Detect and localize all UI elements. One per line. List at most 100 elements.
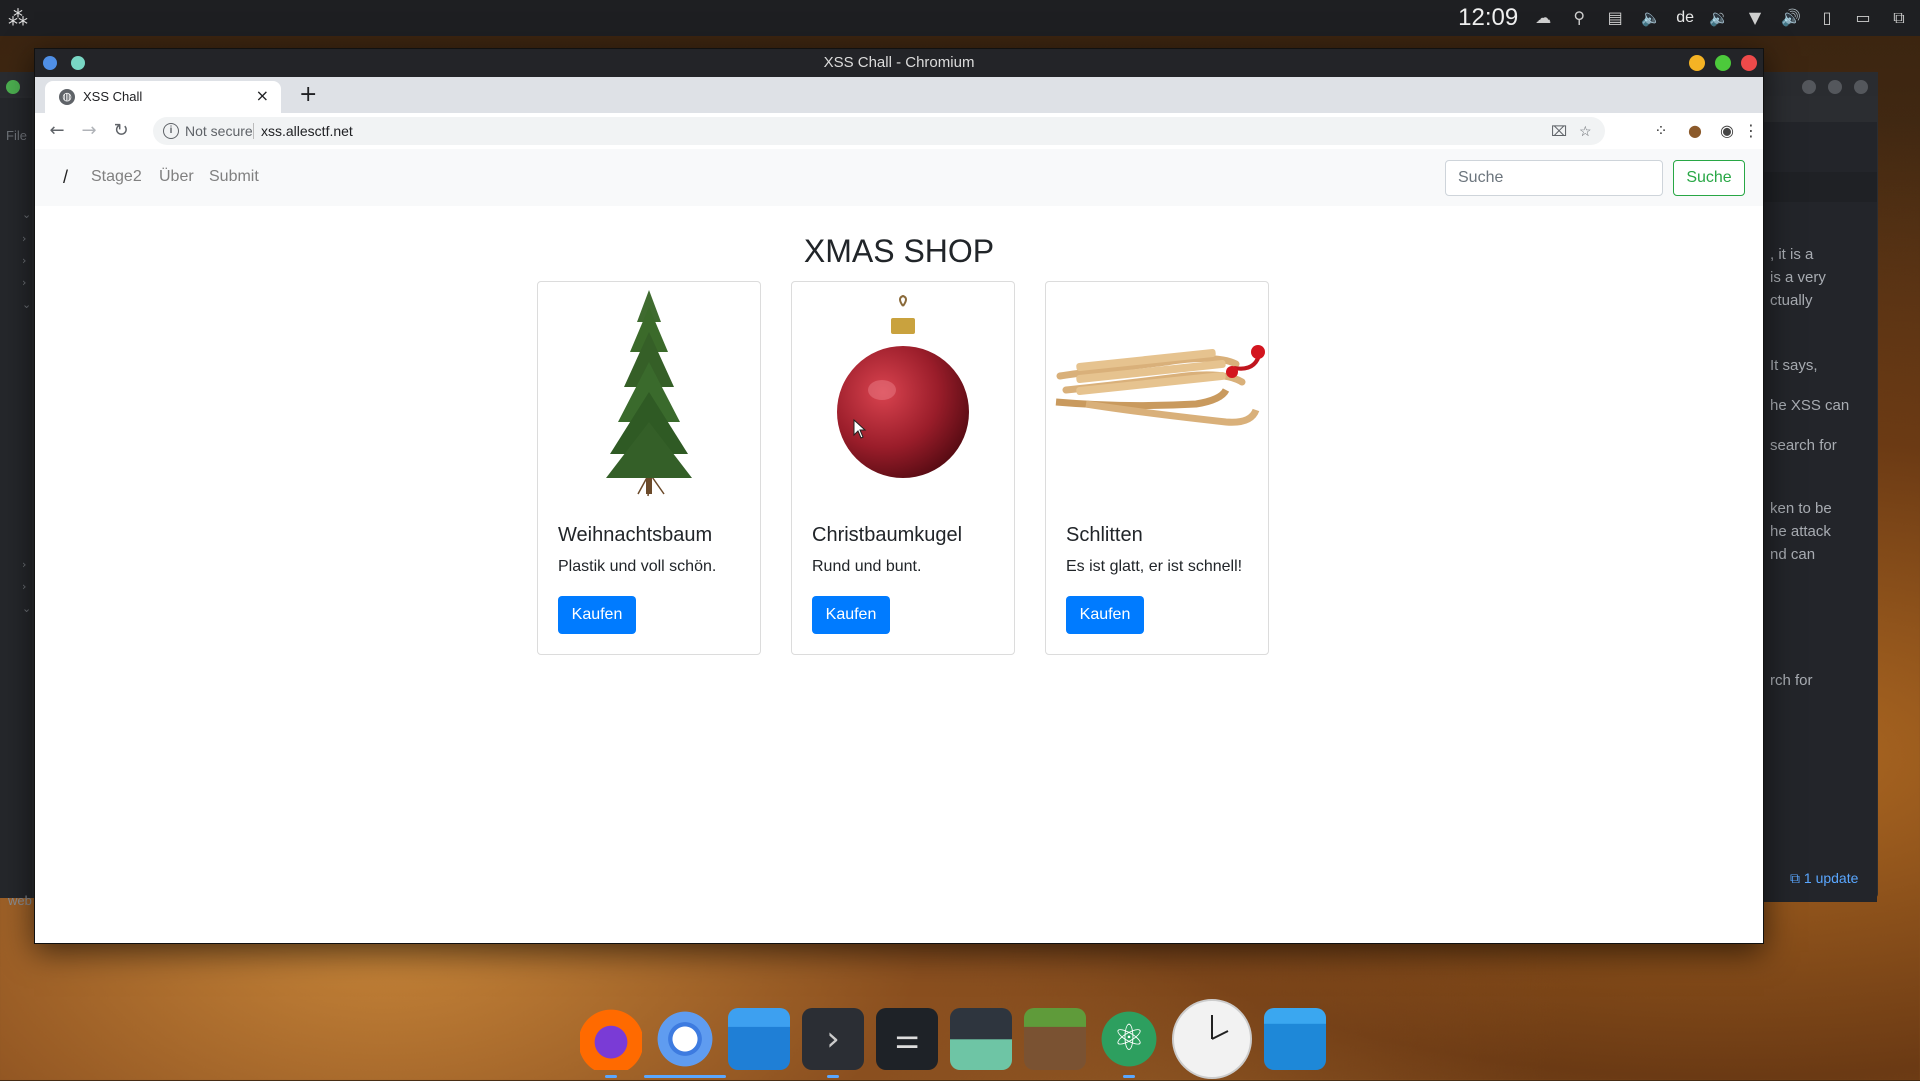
cloud-sync-icon[interactable]: ☁	[1532, 7, 1554, 29]
speaker-icon[interactable]: 🔉	[1708, 7, 1730, 29]
back-arrow-icon[interactable]: ←	[43, 117, 71, 145]
chromium-icon[interactable]	[644, 1008, 726, 1078]
browser-toolbar: ← → ↻ i Not secure xss.allesctf.net ⌧ ☆ …	[35, 113, 1763, 150]
editor-sidebar: File ⌄ › › › ⌄ › › ⌄ web	[0, 98, 32, 908]
close-icon[interactable]	[1741, 55, 1757, 71]
star-icon[interactable]: ☆	[1579, 123, 1592, 140]
close-icon[interactable]	[1854, 80, 1868, 94]
file-manager-icon[interactable]	[728, 1008, 790, 1070]
clipboard-icon[interactable]: ▤	[1604, 7, 1626, 29]
sled-image	[1055, 345, 1265, 426]
chevron-down-icon[interactable]: ▼	[1744, 7, 1766, 29]
show-desktop-icon[interactable]: ▭	[1852, 7, 1874, 29]
product-description: Es ist glatt, er ist schnell!	[1066, 558, 1243, 575]
editor-text: is a very	[1770, 269, 1826, 286]
chevron-right-icon[interactable]: ›	[22, 558, 26, 571]
volume-large-icon[interactable]: 🔊	[1780, 7, 1802, 29]
web-page: / Stage2 Über Submit Suche Suche XMAS SH…	[35, 149, 1763, 943]
minimize-icon[interactable]	[1802, 80, 1816, 94]
running-indicator	[1123, 1075, 1135, 1078]
product-description: Plastik und voll schön.	[558, 558, 717, 575]
buy-button[interactable]: Kaufen	[1066, 596, 1144, 634]
tab-strip: ◍ XSS Chall × +	[35, 77, 1763, 113]
battery-icon[interactable]: ▯	[1816, 7, 1838, 29]
profile-icon[interactable]: ◉	[1717, 121, 1737, 141]
new-tab-button[interactable]: +	[299, 81, 317, 109]
chevron-right-icon[interactable]: ›	[22, 276, 26, 289]
window-switcher-icon[interactable]: ⧉	[1888, 7, 1910, 29]
volume-icon[interactable]: 🔈	[1640, 7, 1662, 29]
editor-text: nd can	[1770, 546, 1816, 563]
christmas-tree-image	[606, 290, 692, 497]
clock-icon[interactable]	[1172, 999, 1252, 1079]
editor-text: search for	[1770, 437, 1837, 454]
globe-icon: ◍	[59, 89, 75, 105]
menu-kebab-icon[interactable]: ⋮	[1741, 121, 1761, 141]
security-label[interactable]: Not secure	[185, 123, 253, 139]
editor-text: rch for	[1770, 672, 1813, 689]
info-icon[interactable]: i	[163, 123, 179, 139]
editor-text-panel: , it is a is a very ctually It says, he …	[1762, 122, 1877, 902]
update-label: 1 update	[1803, 870, 1859, 886]
maximize-icon[interactable]	[1828, 80, 1842, 94]
nav-link-uber[interactable]: Über	[159, 168, 194, 186]
update-badge[interactable]: ⧉ 1 update	[1790, 870, 1858, 887]
site-navbar: / Stage2 Über Submit Suche Suche	[35, 149, 1763, 206]
chevron-down-icon[interactable]: ⌄	[22, 602, 31, 615]
divider	[253, 123, 254, 139]
editor-tab-band	[1762, 172, 1877, 202]
running-indicator	[644, 1075, 726, 1078]
address-bar[interactable]: i Not secure xss.allesctf.net ⌧ ☆	[153, 117, 1605, 145]
buy-button[interactable]: Kaufen	[812, 596, 890, 634]
running-indicator	[827, 1075, 839, 1078]
close-icon[interactable]: ×	[256, 86, 269, 105]
folder-icon[interactable]	[1264, 1008, 1326, 1070]
atom-icon[interactable]: ⚛	[1098, 1008, 1160, 1078]
editor-text: It says,	[1770, 357, 1818, 374]
editor-text: ken to be	[1770, 500, 1832, 517]
system-top-panel: ⁂ 12:09 ☁ ⚲ ▤ 🔈 de 🔉 ▼ 🔊 ▯ ▭ ⧉	[0, 0, 1920, 36]
nav-link-submit[interactable]: Submit	[209, 168, 259, 186]
dock: › ⚌ ⚛	[580, 998, 1326, 1080]
app-launcher-icon[interactable]: ⁂	[6, 6, 30, 30]
nav-link-stage2[interactable]: Stage2	[91, 168, 142, 186]
url-text[interactable]: xss.allesctf.net	[261, 123, 353, 139]
clock[interactable]: 12:09	[1458, 4, 1518, 32]
running-indicator	[605, 1075, 617, 1078]
keyboard-layout[interactable]: de	[1676, 9, 1694, 27]
system-tray: 12:09 ☁ ⚲ ▤ 🔈 de 🔉 ▼ 🔊 ▯ ▭ ⧉	[1458, 0, 1910, 36]
tab-xss-chall[interactable]: ◍ XSS Chall ×	[45, 81, 281, 113]
clock-face-icon	[1211, 1015, 1229, 1040]
firefox-icon[interactable]	[580, 1008, 642, 1078]
product-card: Schlitten Es ist glatt, er ist schnell! …	[1045, 281, 1269, 655]
mouse-cursor-icon	[853, 419, 867, 439]
christmas-bauble-image	[837, 294, 969, 478]
settings-sliders-icon[interactable]: ⚌	[876, 1008, 938, 1070]
chevron-right-icon[interactable]: ›	[22, 580, 26, 593]
editor-text: he attack	[1770, 523, 1831, 540]
search-input[interactable]: Suche	[1445, 160, 1663, 196]
network-icon[interactable]: ⚲	[1568, 7, 1590, 29]
translate-icon[interactable]: ⌧	[1551, 123, 1567, 140]
product-description: Rund und bunt.	[812, 558, 922, 575]
navbar-brand[interactable]: /	[63, 167, 68, 188]
editor-text: he XSS can	[1770, 397, 1850, 414]
cookie-icon[interactable]: ●	[1685, 121, 1705, 141]
minimize-icon[interactable]	[1689, 55, 1705, 71]
buy-button[interactable]: Kaufen	[558, 596, 636, 634]
extension-icon[interactable]: ⁘	[1651, 121, 1671, 141]
chevron-down-icon[interactable]: ⌄	[22, 208, 31, 221]
window-titlebar: XSS Chall - Chromium	[35, 49, 1763, 77]
reload-icon[interactable]: ↻	[107, 117, 135, 145]
terminal-icon[interactable]: ›	[802, 1008, 864, 1078]
editor-text: ctually	[1770, 292, 1813, 309]
forward-arrow-icon[interactable]: →	[75, 117, 103, 145]
search-button[interactable]: Suche	[1673, 160, 1745, 196]
minecraft-icon[interactable]	[1024, 1008, 1086, 1070]
chevron-right-icon[interactable]: ›	[22, 254, 26, 267]
chevron-right-icon[interactable]: ›	[22, 232, 26, 245]
maximize-icon[interactable]	[1715, 55, 1731, 71]
chevron-down-icon[interactable]: ⌄	[22, 298, 31, 311]
file-menu[interactable]: File	[6, 128, 27, 143]
system-monitor-icon[interactable]	[950, 1008, 1012, 1070]
